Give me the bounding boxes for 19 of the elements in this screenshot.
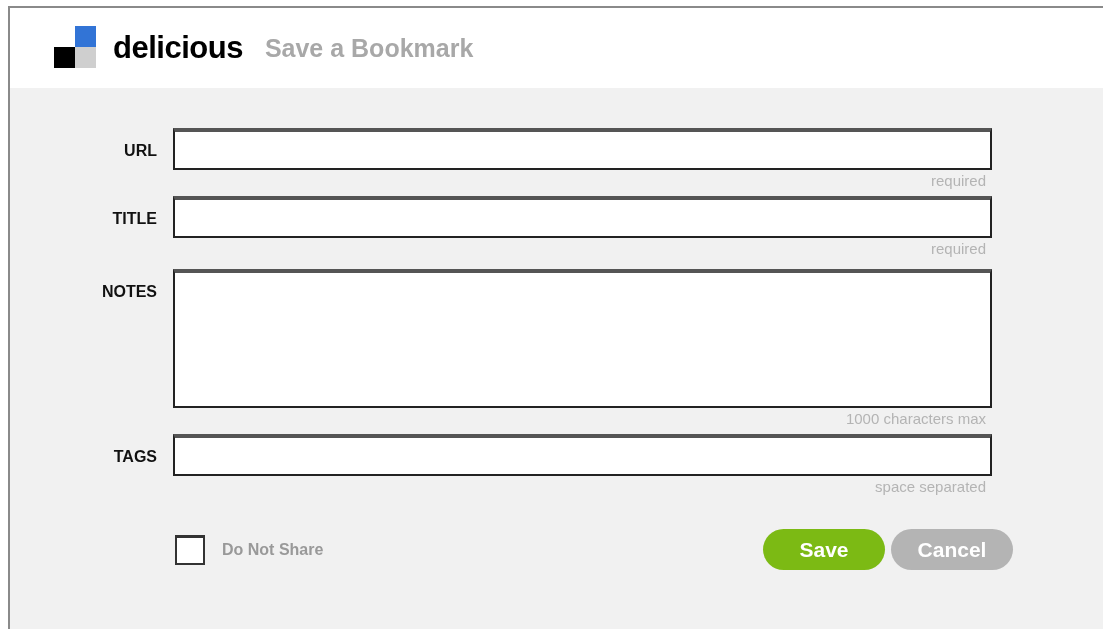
field-hint: 1000 characters max (845, 409, 986, 429)
field-label: TITLE (111, 209, 157, 228)
save-button[interactable]: Save (763, 529, 885, 570)
input-field[interactable] (173, 434, 992, 476)
field-label: URL (123, 141, 157, 160)
field-hint: required (930, 239, 986, 259)
input-field[interactable] (173, 128, 992, 170)
input-field[interactable] (173, 196, 992, 238)
field-hint: space separated (875, 477, 986, 497)
field-label: NOTES (100, 282, 157, 301)
brand-name: delicious (113, 30, 243, 66)
field-hint: required (930, 171, 986, 191)
dialog-title: Save a Bookmark (264, 33, 474, 63)
notes-field[interactable] (173, 269, 992, 408)
checkbox-label: Do Not Share (222, 540, 324, 559)
checkbox[interactable] (175, 534, 205, 565)
field-label: TAGS (112, 447, 157, 466)
cancel-button[interactable]: Cancel (891, 529, 1013, 570)
logo-icon (54, 26, 96, 68)
